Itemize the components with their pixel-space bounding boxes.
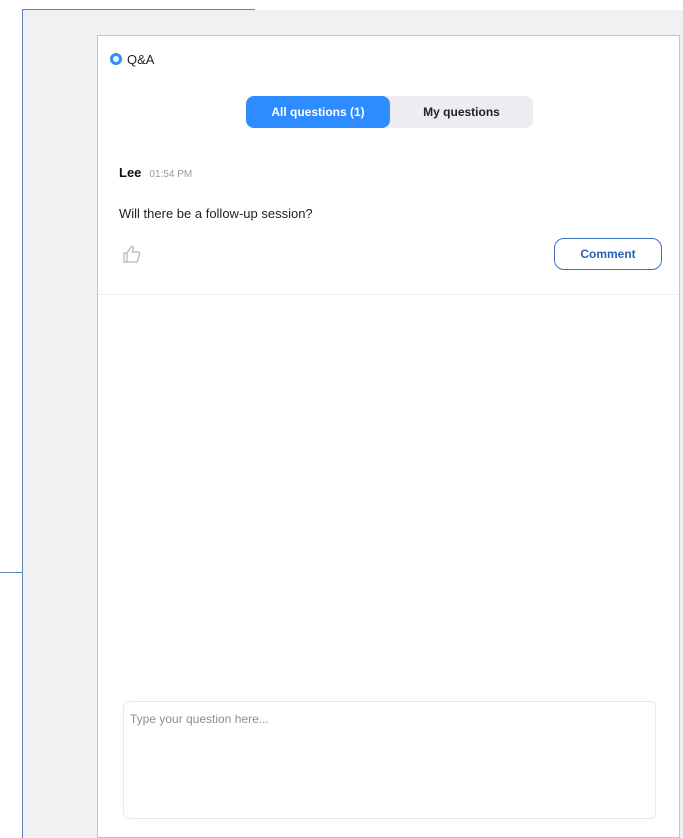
panel-header: Q&A	[110, 49, 154, 69]
question-input-box	[123, 701, 656, 819]
frame-line-tick	[0, 572, 22, 573]
question-tabs: All questions (1) My questions	[246, 96, 533, 128]
qa-circle-icon	[110, 53, 122, 65]
question-item: Lee 01:54 PM Will there be a follow-up s…	[98, 154, 679, 295]
comment-button[interactable]: Comment	[554, 238, 662, 270]
question-time: 01:54 PM	[149, 169, 193, 180]
question-meta: Lee 01:54 PM	[119, 165, 192, 180]
thumbs-up-icon[interactable]	[122, 244, 142, 264]
question-author: Lee	[119, 165, 142, 180]
question-input[interactable]	[124, 702, 655, 818]
panel-title: Q&A	[127, 51, 155, 67]
qa-panel: Q&A All questions (1) My questions Lee 0…	[97, 35, 680, 838]
question-text: Will there be a follow-up session?	[119, 206, 313, 221]
tab-all-questions[interactable]: All questions (1)	[246, 96, 390, 128]
tab-my-questions[interactable]: My questions	[390, 96, 533, 128]
